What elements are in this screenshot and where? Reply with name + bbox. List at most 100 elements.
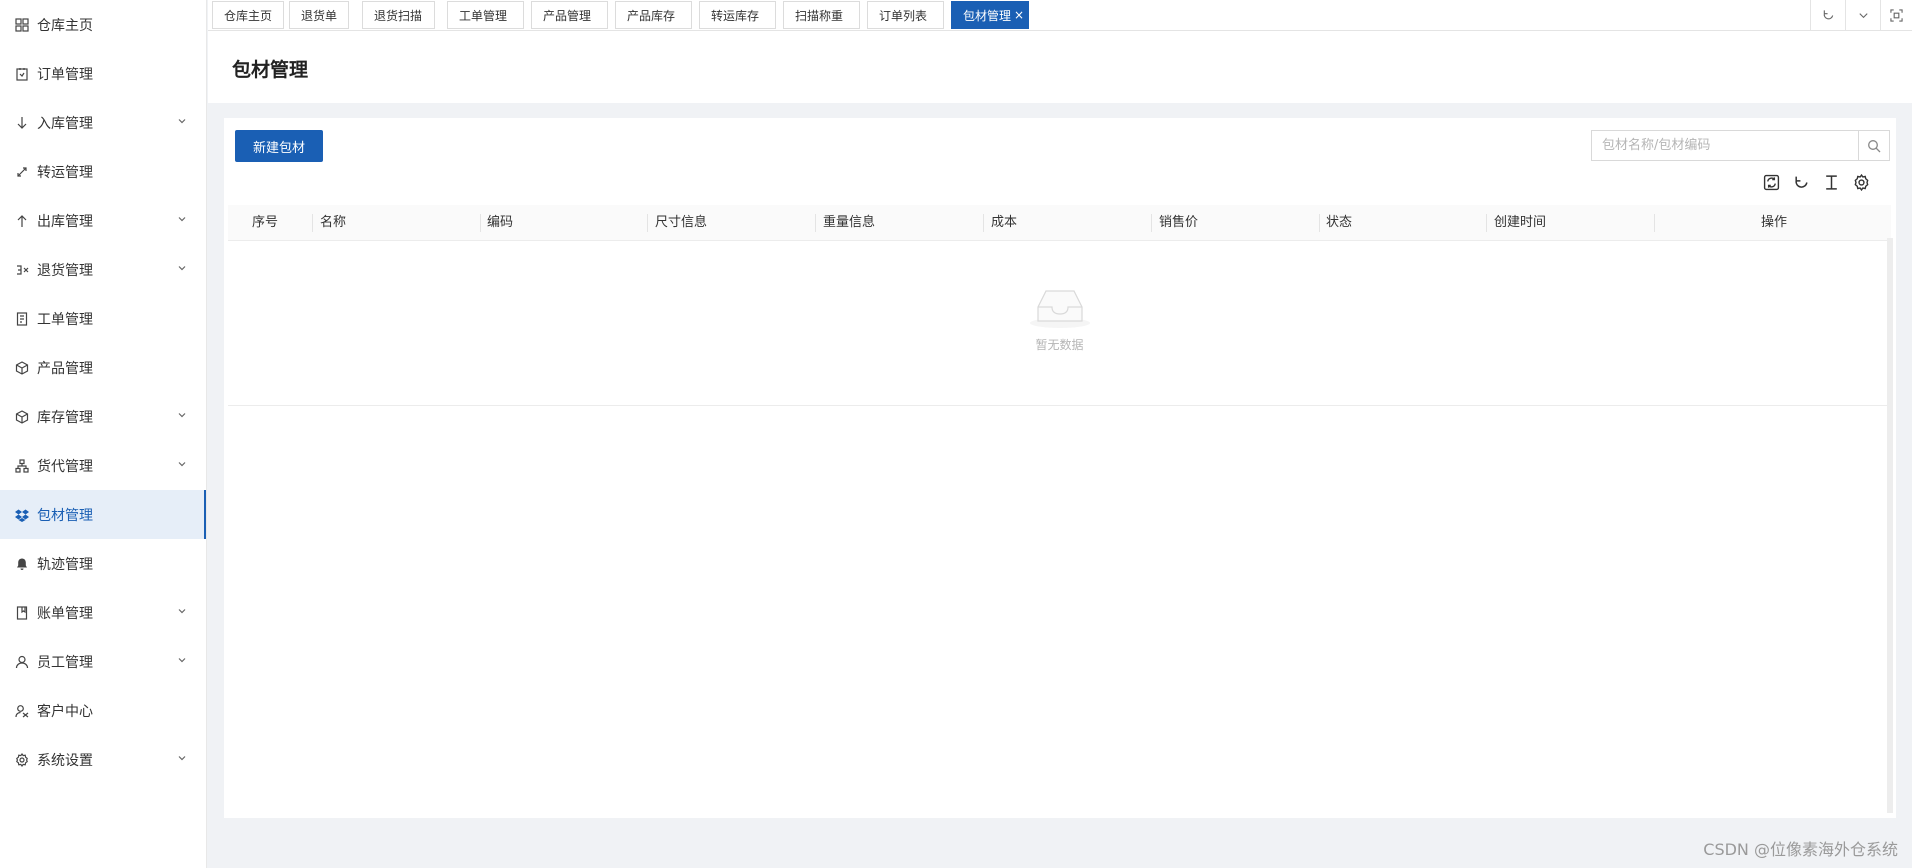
column-divider (312, 214, 313, 232)
tab-order-list[interactable]: 订单列表 (867, 1, 944, 29)
chevron-down-icon (178, 658, 186, 663)
arrow-up-icon (14, 213, 30, 229)
sidebar-item-packaging[interactable]: 包材管理 (0, 490, 206, 539)
box-icon (14, 409, 30, 425)
sidebar-item-customers[interactable]: 客户中心 (0, 686, 206, 735)
search-icon (1868, 139, 1881, 152)
sidebar-item-outbound[interactable]: 出库管理 (0, 196, 206, 245)
empty-inbox-icon (1030, 290, 1090, 328)
tab-return-orders[interactable]: 退货单 (289, 1, 349, 29)
tab-transfer-stock[interactable]: 转运库存 (699, 1, 776, 29)
sidebar-item-label: 工单管理 (37, 311, 93, 328)
sidebar-item-returns[interactable]: 退货管理 (0, 245, 206, 294)
column-header-price: 销售价 (1159, 215, 1199, 230)
transfer-icon (14, 164, 30, 180)
arrow-down-icon (14, 115, 30, 131)
column-divider (1151, 214, 1152, 232)
refresh-table-button[interactable] (1791, 172, 1811, 192)
sidebar-item-transfer[interactable]: 转运管理 (0, 147, 206, 196)
tab-label: 工单管理 (459, 8, 508, 23)
tab-label: 转运库存 (711, 8, 760, 23)
tab-label: 产品管理 (543, 8, 592, 23)
column-divider (983, 214, 984, 232)
tab-packaging[interactable]: 包材管理 × (951, 1, 1029, 29)
sidebar-item-label: 员工管理 (37, 654, 93, 671)
sidebar-item-orders[interactable]: 订单管理 (0, 49, 206, 98)
tab-label: 扫描称重 (795, 8, 844, 23)
page-header: 包材管理 (208, 31, 1912, 103)
content-card: 新建包材 序号 名称 编码 尺寸信息 重量信息 成本 销售价 状态 创建时间 (224, 118, 1896, 818)
search-input[interactable] (1592, 131, 1858, 160)
column-header-status: 状态 (1326, 215, 1353, 230)
search-button[interactable] (1858, 131, 1889, 160)
column-divider (1486, 214, 1487, 232)
sidebar-item-label: 订单管理 (37, 66, 93, 83)
sidebar-item-label: 账单管理 (37, 605, 93, 622)
tab-work-orders[interactable]: 工单管理 (447, 1, 524, 29)
vertical-scrollbar[interactable] (1887, 238, 1893, 813)
sidebar-item-products[interactable]: 产品管理 (0, 343, 206, 392)
tab-products[interactable]: 产品管理 (531, 1, 608, 29)
column-header-name: 名称 (320, 215, 347, 230)
empty-state-text: 暂无数据 (1035, 338, 1084, 352)
column-divider (1654, 214, 1655, 232)
sidebar-item-forwarders[interactable]: 货代管理 (0, 441, 206, 490)
column-divider (647, 214, 648, 232)
sidebar-item-inventory[interactable]: 库存管理 (0, 392, 206, 441)
sidebar-item-bills[interactable]: 账单管理 (0, 588, 206, 637)
user-icon (14, 654, 30, 670)
chevron-down-icon (178, 462, 186, 467)
network-icon (14, 458, 30, 474)
tab-label: 退货扫描 (374, 8, 423, 23)
row-height-button[interactable] (1821, 172, 1841, 192)
tab-label: 包材管理 (963, 8, 1012, 23)
sidebar-item-label: 出库管理 (37, 213, 93, 230)
new-packaging-button[interactable]: 新建包材 (235, 130, 323, 162)
page-title: 包材管理 (232, 59, 309, 81)
refresh-tab-button[interactable] (1810, 0, 1845, 30)
chevron-down-icon (178, 119, 186, 124)
sidebar-item-work-orders[interactable]: 工单管理 (0, 294, 206, 343)
chevron-down-icon (178, 609, 186, 614)
tab-return-scan[interactable]: 退货扫描 (362, 1, 435, 29)
tab-product-stock[interactable]: 产品库存 (615, 1, 692, 29)
sidebar: 仓库主页 订单管理 入库管理 转运管理 出库管理 退货管理 工单管理 产品管理 … (0, 0, 207, 868)
table-settings-button[interactable] (1851, 172, 1871, 192)
tab-label: 订单列表 (879, 8, 928, 23)
bill-icon (14, 605, 30, 621)
close-icon[interactable]: × (1014, 8, 1024, 22)
table-body: 暂无数据 (228, 241, 1891, 406)
fullscreen-button[interactable] (1880, 0, 1912, 30)
chevron-down-icon (178, 266, 186, 271)
sidebar-item-label: 库存管理 (37, 409, 93, 426)
sidebar-item-staff[interactable]: 员工管理 (0, 637, 206, 686)
gear-icon (1854, 173, 1868, 191)
product-icon (14, 360, 30, 376)
tab-scan-weigh[interactable]: 扫描称重 (783, 1, 860, 29)
column-header-cost: 成本 (991, 215, 1018, 230)
sidebar-item-inbound[interactable]: 入库管理 (0, 98, 206, 147)
sidebar-item-tracking[interactable]: 轨迹管理 (0, 539, 206, 588)
refresh-icon (1794, 176, 1808, 188)
tab-bar: 仓库主页 退货单 退货扫描 工单管理 产品管理 产品库存 转运库存 扫描称重 订… (208, 0, 1912, 31)
chevron-down-icon (178, 413, 186, 418)
chevron-down-icon (178, 756, 186, 761)
table-header: 序号 名称 编码 尺寸信息 重量信息 成本 销售价 状态 创建时间 操作 (228, 205, 1891, 241)
order-icon (14, 66, 30, 82)
column-toggle-button[interactable] (1761, 172, 1781, 192)
column-header-actions: 操作 (1761, 215, 1788, 230)
sidebar-item-label: 入库管理 (37, 115, 93, 132)
column-header-size: 尺寸信息 (655, 215, 708, 230)
sidebar-item-label: 转运管理 (37, 164, 93, 181)
chevron-down-icon (1858, 12, 1868, 18)
sidebar-item-settings[interactable]: 系统设置 (0, 735, 206, 784)
sidebar-item-label: 退货管理 (37, 262, 93, 279)
tabs-dropdown-button[interactable] (1845, 0, 1880, 30)
return-icon (14, 262, 30, 278)
sidebar-item-label: 货代管理 (37, 458, 93, 475)
sidebar-item-dashboard[interactable]: 仓库主页 (0, 0, 206, 49)
tab-warehouse-home[interactable]: 仓库主页 (212, 1, 284, 29)
text-height-icon (1825, 174, 1837, 190)
sidebar-item-label: 客户中心 (37, 703, 93, 720)
sidebar-item-label: 轨迹管理 (37, 556, 93, 573)
